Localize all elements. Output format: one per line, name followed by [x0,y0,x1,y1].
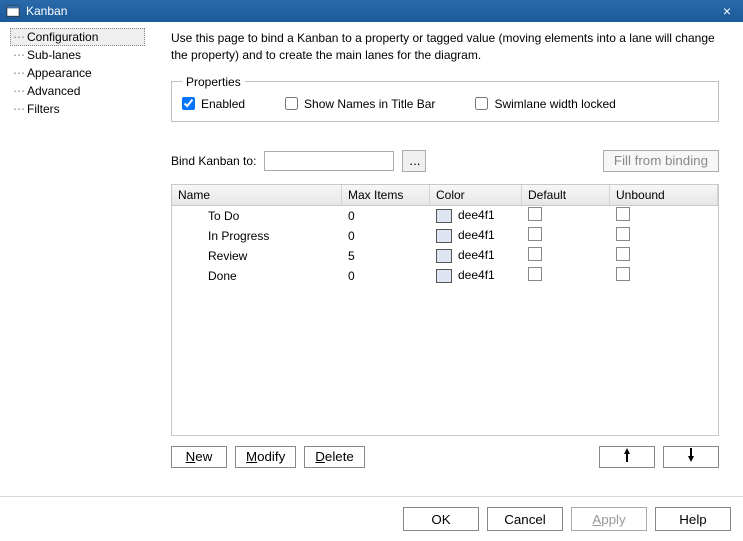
main-panel: Use this page to bind a Kanban to a prop… [155,22,743,496]
cell-unbound[interactable] [610,247,718,264]
properties-group: Properties Enabled Show Names in Title B… [171,75,719,122]
lanes-grid: Name Max Items Color Default Unbound To … [171,184,719,436]
show-names-label: Show Names in Title Bar [304,97,435,111]
cell-unbound[interactable] [610,227,718,244]
delete-button[interactable]: Delete [304,446,365,468]
cell-unbound[interactable] [610,267,718,284]
table-row[interactable]: Done 0 dee4f1 [172,266,718,286]
bind-input[interactable] [264,151,394,171]
col-header-unbound[interactable]: Unbound [610,185,718,205]
sidebar-item-advanced[interactable]: ⋯Advanced [10,82,145,100]
sidebar-item-sub-lanes[interactable]: ⋯Sub-lanes [10,46,145,64]
checkbox-icon[interactable] [528,247,542,261]
sidebar-item-label: Advanced [27,84,80,98]
cell-max: 0 [342,229,430,243]
cell-max: 0 [342,209,430,223]
dialog-footer: OK Cancel Apply Help [0,496,743,541]
properties-legend: Properties [182,75,245,89]
col-header-max[interactable]: Max Items [342,185,430,205]
col-header-color[interactable]: Color [430,185,522,205]
table-row[interactable]: In Progress 0 dee4f1 [172,226,718,246]
dialog-kanban: Kanban × ⋯Configuration ⋯Sub-lanes ⋯Appe… [0,0,743,541]
sidebar-item-label: Configuration [27,30,98,44]
modify-button[interactable]: Modify [235,446,296,468]
checkbox-icon[interactable] [616,247,630,261]
new-label: ew [195,449,212,464]
sidebar-item-configuration[interactable]: ⋯Configuration [10,28,145,46]
checkbox-icon[interactable] [528,267,542,281]
bind-row: Bind Kanban to: ... Fill from binding [171,150,719,172]
enabled-label: Enabled [201,97,245,111]
hand-down-icon [684,447,698,466]
cell-name: In Progress [172,229,342,243]
width-locked-checkbox[interactable]: Swimlane width locked [475,97,615,111]
checkbox-icon[interactable] [528,207,542,221]
width-locked-checkbox-input[interactable] [475,97,488,110]
table-row[interactable]: Review 5 dee4f1 [172,246,718,266]
cell-color: dee4f1 [430,268,522,283]
lanes-grid-body: To Do 0 dee4f1 In Progress 0 dee4f1 [172,206,718,286]
checkbox-icon[interactable] [616,267,630,281]
cell-default[interactable] [522,247,610,264]
sidebar-item-appearance[interactable]: ⋯Appearance [10,64,145,82]
cell-default[interactable] [522,227,610,244]
cell-color: dee4f1 [430,248,522,263]
close-icon[interactable]: × [717,4,737,18]
cell-max: 5 [342,249,430,263]
color-swatch [436,249,452,263]
cell-color: dee4f1 [430,208,522,223]
move-down-button[interactable] [663,446,719,468]
cell-unbound[interactable] [610,207,718,224]
new-button[interactable]: New [171,446,227,468]
cell-max: 0 [342,269,430,283]
window-title: Kanban [26,4,717,18]
sidebar-item-label: Filters [27,102,60,116]
color-swatch [436,209,452,223]
color-swatch [436,269,452,283]
help-button[interactable]: Help [655,507,731,531]
enabled-checkbox-input[interactable] [182,97,195,110]
cell-name: Done [172,269,342,283]
col-header-default[interactable]: Default [522,185,610,205]
sidebar-item-label: Sub-lanes [27,48,81,62]
titlebar: Kanban × [0,0,743,22]
cell-name: To Do [172,209,342,223]
checkbox-icon[interactable] [616,207,630,221]
cell-color: dee4f1 [430,228,522,243]
move-up-button[interactable] [599,446,655,468]
sidebar-item-label: Appearance [27,66,92,80]
sidebar-tree: ⋯Configuration ⋯Sub-lanes ⋯Appearance ⋯A… [0,22,155,496]
dialog-body: ⋯Configuration ⋯Sub-lanes ⋯Appearance ⋯A… [0,22,743,496]
grid-actions: New Modify Delete [171,446,719,468]
checkbox-icon[interactable] [528,227,542,241]
checkbox-icon[interactable] [616,227,630,241]
show-names-checkbox-input[interactable] [285,97,298,110]
col-header-name[interactable]: Name [172,185,342,205]
fill-from-binding-button[interactable]: Fill from binding [603,150,719,172]
hand-up-icon [620,447,634,466]
bind-label: Bind Kanban to: [171,154,256,168]
cell-name: Review [172,249,342,263]
cell-default[interactable] [522,267,610,284]
apply-button[interactable]: Apply [571,507,647,531]
bind-browse-button[interactable]: ... [402,150,426,172]
color-swatch [436,229,452,243]
show-names-checkbox[interactable]: Show Names in Title Bar [285,97,435,111]
width-locked-label: Swimlane width locked [494,97,615,111]
sidebar-item-filters[interactable]: ⋯Filters [10,100,145,118]
page-description: Use this page to bind a Kanban to a prop… [171,30,719,65]
window-icon [6,4,20,18]
cancel-button[interactable]: Cancel [487,507,563,531]
lanes-grid-header: Name Max Items Color Default Unbound [172,185,718,206]
table-row[interactable]: To Do 0 dee4f1 [172,206,718,226]
cell-default[interactable] [522,207,610,224]
enabled-checkbox[interactable]: Enabled [182,97,245,111]
ok-button[interactable]: OK [403,507,479,531]
